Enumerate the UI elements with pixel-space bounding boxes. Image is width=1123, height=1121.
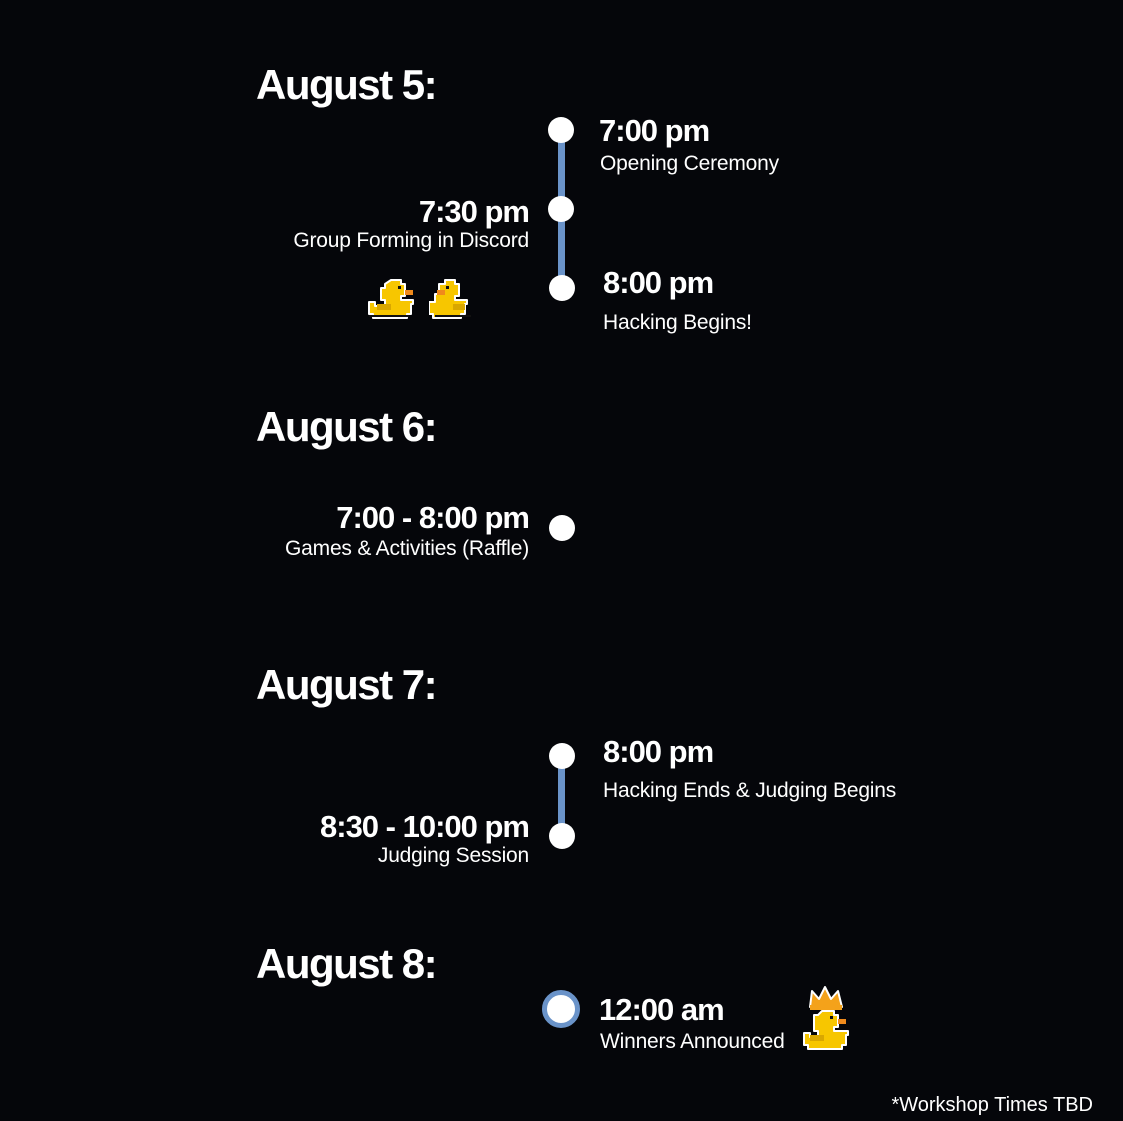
timeline-dot [549, 515, 575, 541]
timeline-dot [549, 743, 575, 769]
timeline-dot [548, 117, 574, 143]
event-time: 7:00 pm [599, 113, 710, 148]
event-description: Judging Session [377, 844, 529, 867]
event-time: 8:30 - 10:00 pm [320, 809, 530, 844]
event-time: 8:00 pm [603, 734, 714, 769]
duck-icon [429, 279, 471, 319]
timeline-dot-final [542, 990, 580, 1028]
timeline-dot [549, 823, 575, 849]
event-time: 7:30 pm [418, 194, 530, 229]
duck-icon [368, 279, 414, 319]
event-description: Opening Ceremony [600, 152, 779, 175]
day-heading: August 6: [256, 403, 438, 450]
footnote: *Workshop Times TBD [891, 1094, 1093, 1116]
event-description: Group Forming in Discord [293, 229, 529, 252]
event-description: Hacking Begins! [603, 311, 752, 334]
timeline-dot [549, 275, 575, 301]
event-time: 12:00 am [599, 992, 725, 1027]
event-time: 8:00 pm [603, 265, 714, 300]
event-description: Winners Announced [600, 1030, 785, 1053]
crowned-duck-icon [803, 986, 849, 1050]
day-heading: August 7: [256, 661, 438, 708]
event-description: Hacking Ends & Judging Begins [603, 779, 897, 802]
timeline-dot [548, 196, 574, 222]
event-time: 7:00 - 8:00 pm [336, 500, 530, 535]
event-description: Games & Activities (Raffle) [285, 537, 529, 560]
day-heading: August 8: [256, 940, 438, 987]
day-heading: August 5: [256, 61, 438, 108]
